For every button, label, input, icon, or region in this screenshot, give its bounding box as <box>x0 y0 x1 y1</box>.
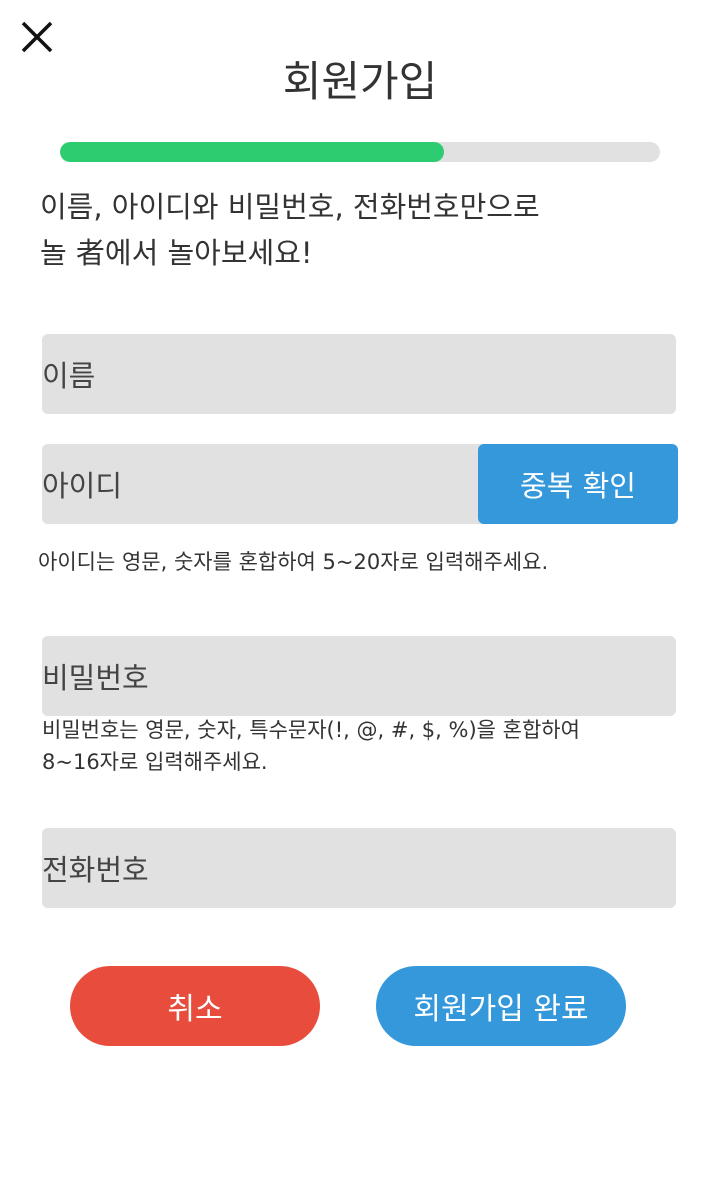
phone-placeholder: 전화번호 <box>42 853 149 887</box>
id-hint: 아이디는 영문, 숫자를 혼합하여 5~20자로 입력해주세요. <box>38 550 549 574</box>
phone-input[interactable]: 전화번호 <box>42 828 676 908</box>
progress-bar <box>60 142 660 162</box>
password-hint-line-2: 8~16자로 입력해주세요. <box>42 750 268 774</box>
intro-line-2: 놀 者에서 놀아보세요! <box>40 236 313 270</box>
name-placeholder: 이름 <box>42 359 96 393</box>
submit-signup-button[interactable]: 회원가입 완료 <box>376 966 626 1046</box>
password-hint: 비밀번호는 영문, 숫자, 특수문자(!, @, #, $, %)을 혼합하여 … <box>42 714 682 778</box>
cancel-button[interactable]: 취소 <box>70 966 320 1046</box>
duplicate-check-button[interactable]: 중복 확인 <box>478 444 678 524</box>
id-placeholder: 아이디 <box>42 469 123 503</box>
password-placeholder: 비밀번호 <box>42 661 149 695</box>
intro-text: 이름, 아이디와 비밀번호, 전화번호만으로 놀 者에서 놀아보세요! <box>40 184 680 276</box>
intro-line-1: 이름, 아이디와 비밀번호, 전화번호만으로 <box>40 190 540 224</box>
progress-fill <box>60 142 444 162</box>
password-hint-line-1: 비밀번호는 영문, 숫자, 특수문자(!, @, #, $, %)을 혼합하여 <box>42 718 580 742</box>
password-input[interactable]: 비밀번호 <box>42 636 676 716</box>
name-input[interactable]: 이름 <box>42 334 676 414</box>
page-title: 회원가입 <box>282 57 438 106</box>
